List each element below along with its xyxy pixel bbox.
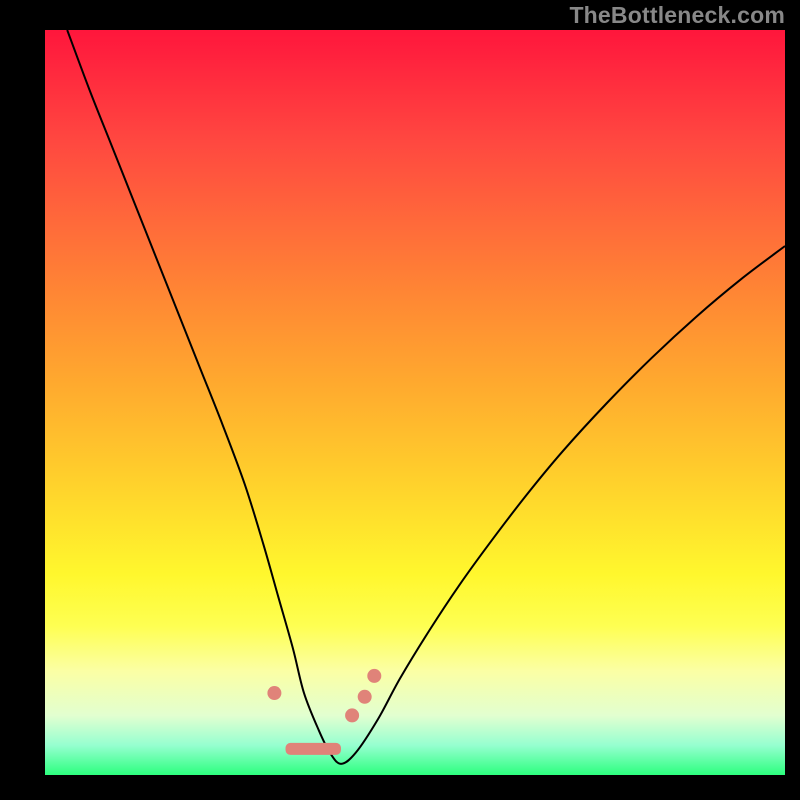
curve-path bbox=[67, 30, 785, 764]
data-point bbox=[345, 708, 359, 722]
data-points bbox=[267, 669, 381, 722]
plot-svg bbox=[45, 30, 785, 775]
data-point bbox=[367, 669, 381, 683]
data-point bbox=[358, 690, 372, 704]
data-point bbox=[267, 686, 281, 700]
watermark-text: TheBottleneck.com bbox=[569, 2, 785, 29]
chart-container: TheBottleneck.com bbox=[0, 0, 800, 800]
flat-segment bbox=[286, 743, 342, 755]
plot-area bbox=[45, 30, 785, 775]
